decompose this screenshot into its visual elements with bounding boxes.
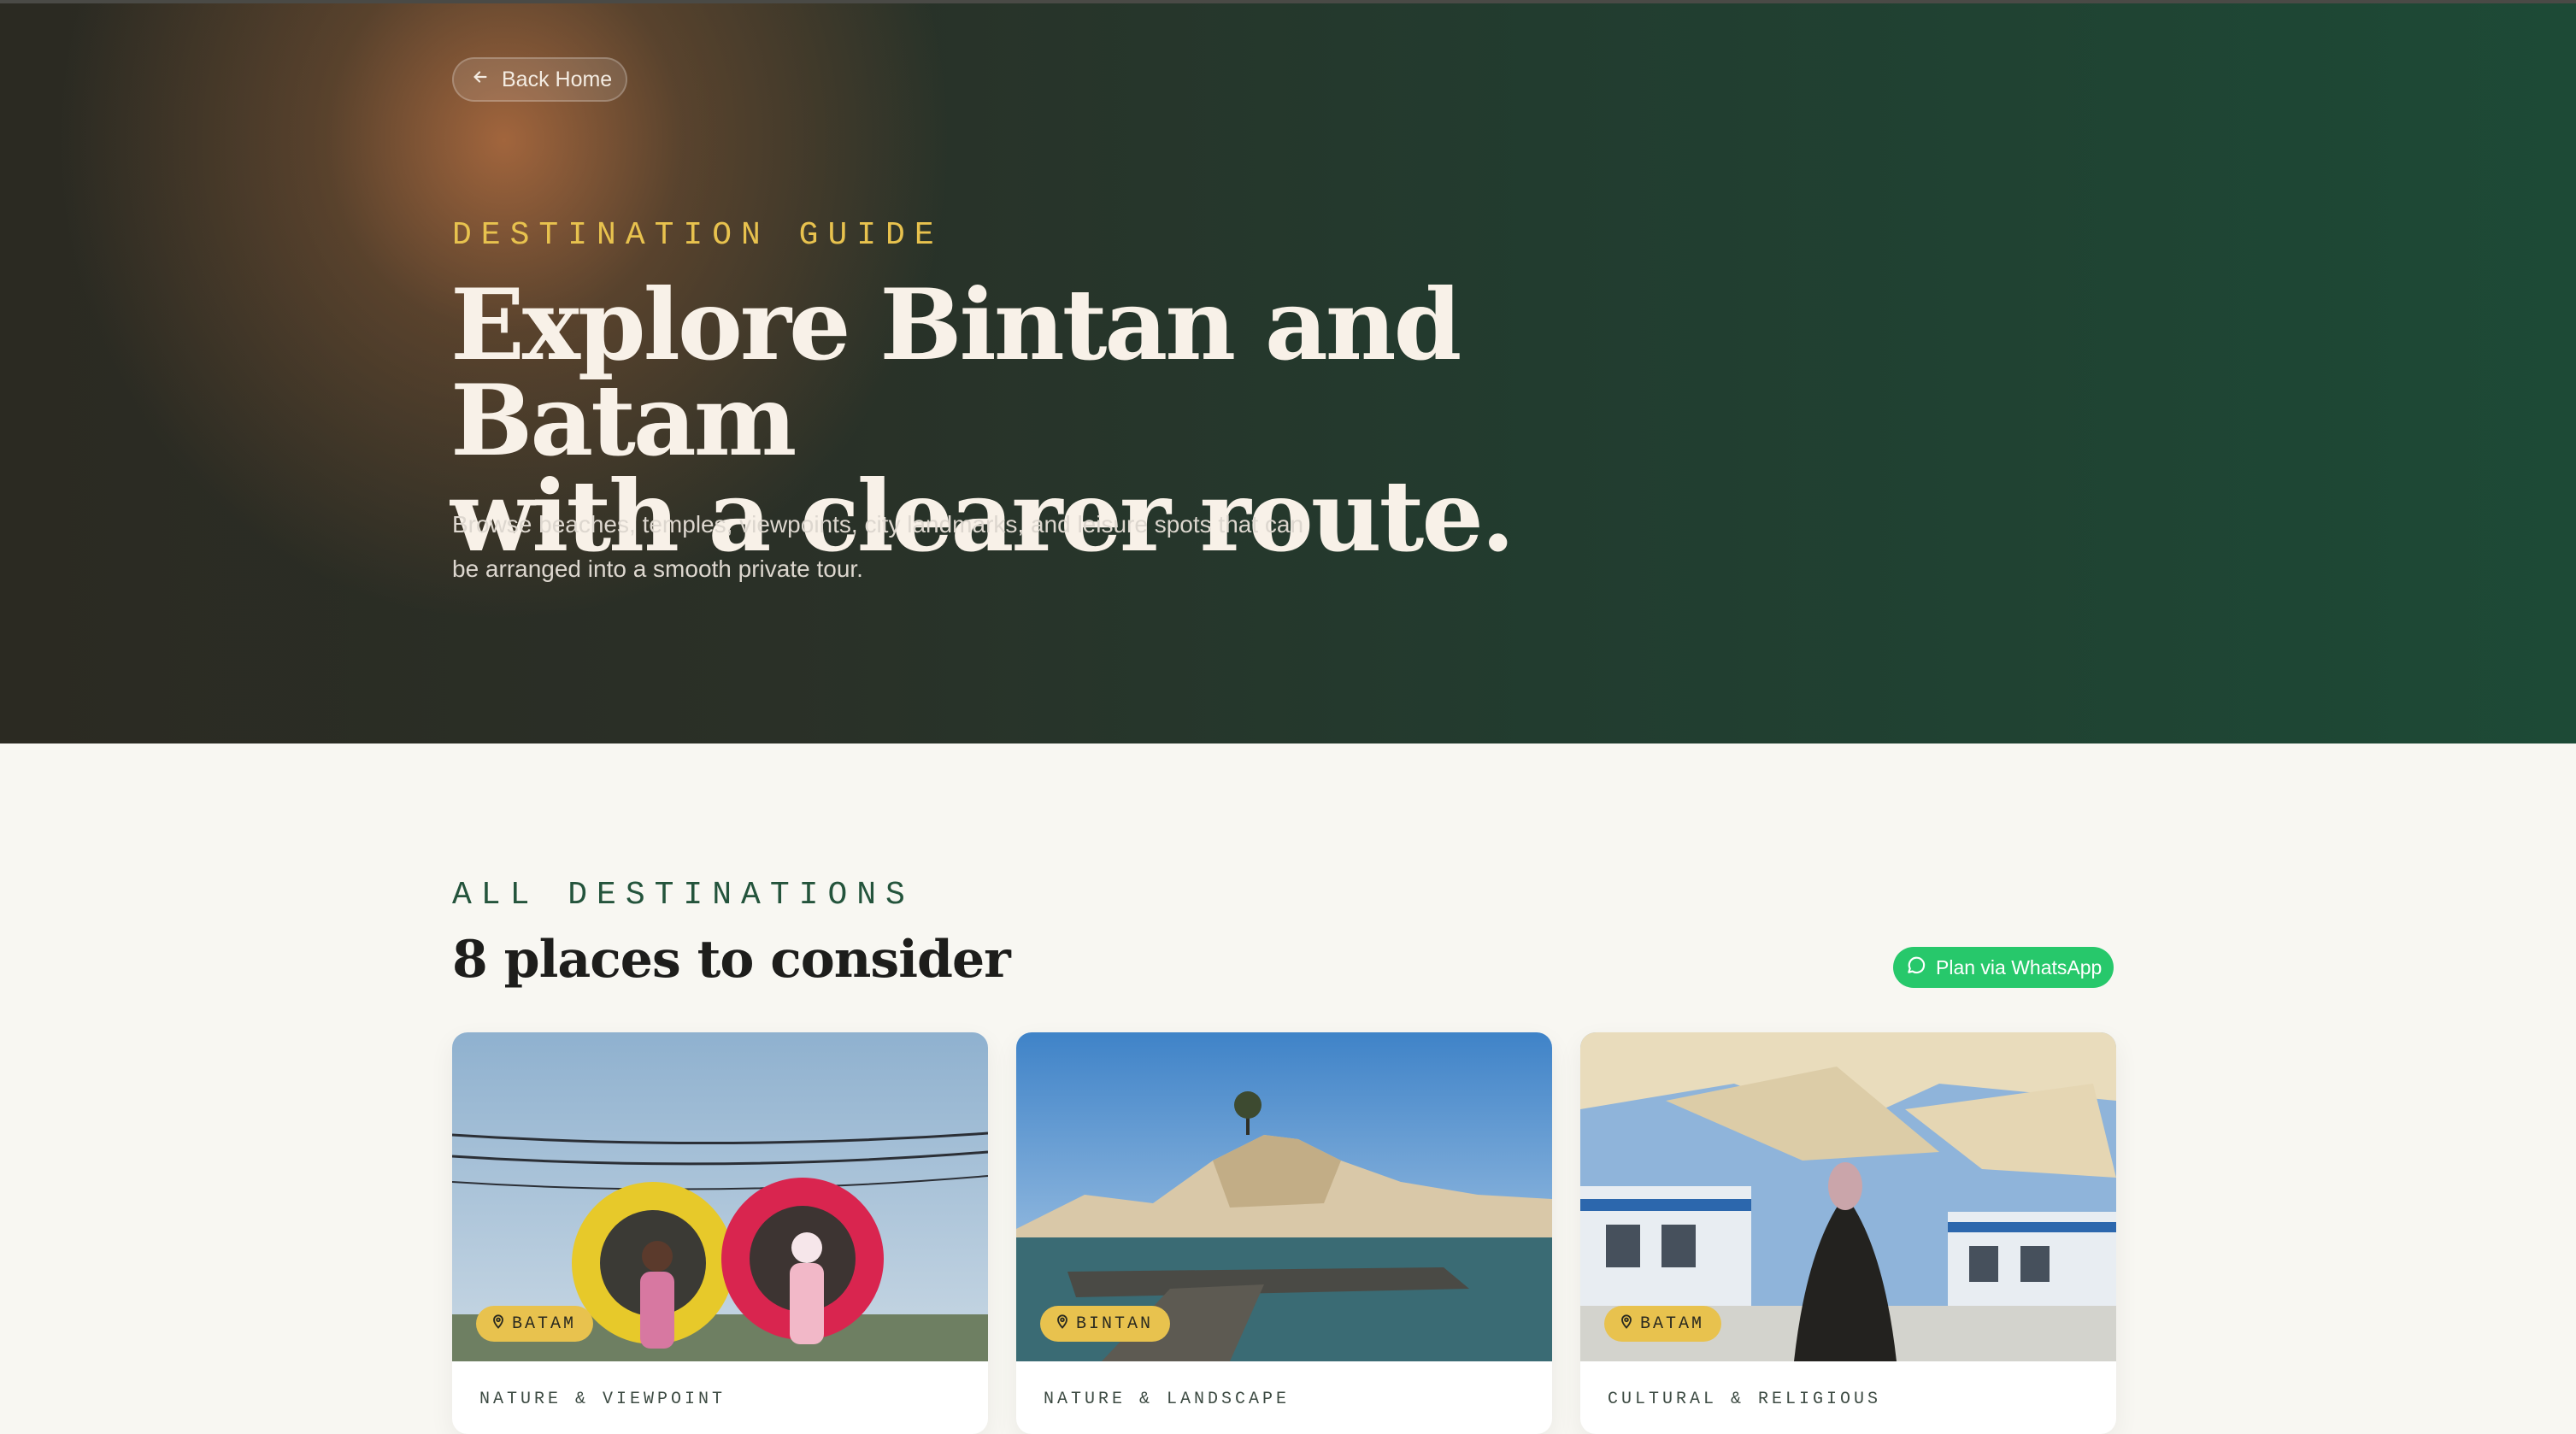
hero-subtitle: Browse beaches, temples, viewpoints, cit… xyxy=(452,502,1418,591)
map-pin-icon xyxy=(1054,1313,1071,1336)
destinations-title: 8 places to consider xyxy=(452,930,1011,990)
hero-eyebrow: DESTINATION GUIDE xyxy=(452,217,944,254)
back-home-button[interactable]: Back Home xyxy=(452,57,627,102)
hero-subtitle-line-2: be arranged into a smooth private tour. xyxy=(452,555,863,582)
chat-bubble-icon xyxy=(1905,954,1927,981)
hero-subtitle-line-1: Browse beaches, temples, viewpoints, cit… xyxy=(452,511,1304,538)
location-label: BINTAN xyxy=(1076,1314,1154,1334)
arrow-left-icon xyxy=(471,68,490,92)
destination-card[interactable]: BATAM NATURE & VIEWPOINT xyxy=(452,1032,988,1434)
map-pin-icon xyxy=(1618,1313,1635,1336)
location-label: BATAM xyxy=(512,1314,577,1334)
category-label: CULTURAL & RELIGIOUS xyxy=(1608,1390,1882,1409)
hero-title-line-1: Explore Bintan and Batam xyxy=(450,267,1461,478)
category-label: NATURE & LANDSCAPE xyxy=(1044,1390,1291,1409)
destination-card[interactable]: BINTAN NATURE & LANDSCAPE xyxy=(1016,1032,1552,1434)
destination-card[interactable]: BATAM CULTURAL & RELIGIOUS xyxy=(1580,1032,2116,1434)
location-badge: BATAM xyxy=(476,1306,594,1342)
location-label: BATAM xyxy=(1640,1314,1705,1334)
location-badge: BINTAN xyxy=(1040,1306,1171,1342)
whatsapp-button[interactable]: Plan via WhatsApp xyxy=(1893,947,2114,988)
whatsapp-label: Plan via WhatsApp xyxy=(1936,955,2103,979)
back-home-label: Back Home xyxy=(502,67,613,91)
category-label: NATURE & VIEWPOINT xyxy=(479,1390,726,1409)
map-pin-icon xyxy=(490,1313,507,1336)
location-badge: BATAM xyxy=(1604,1306,1722,1342)
destinations-eyebrow: ALL DESTINATIONS xyxy=(452,877,915,914)
hero-section: Back Home DESTINATION GUIDE Explore Bint… xyxy=(0,3,2576,743)
